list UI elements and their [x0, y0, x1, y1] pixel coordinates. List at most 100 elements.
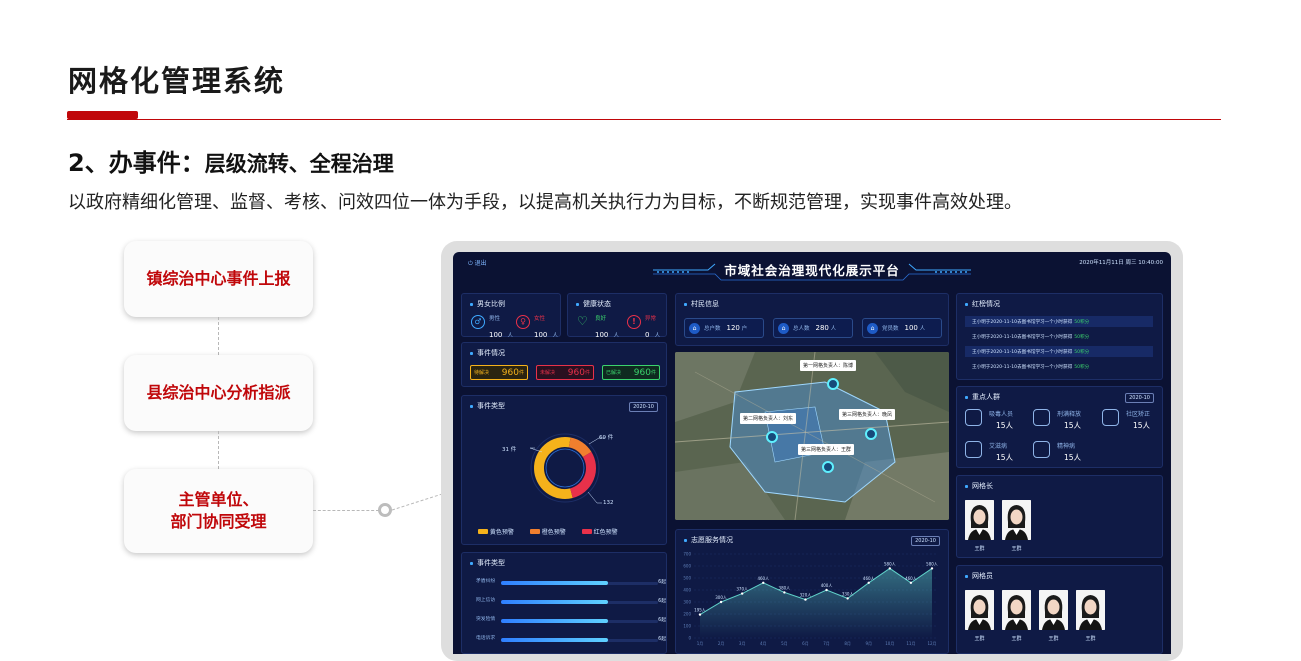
person-portrait-icon — [1076, 590, 1105, 630]
bar-label: 网上信访 — [476, 598, 496, 603]
grid-leader-panel: 网格长 王群 王群 — [956, 475, 1163, 558]
drug-stat: 吸毒人员 15人 — [989, 411, 1014, 430]
avatar — [1002, 500, 1031, 540]
red-list-row: 王小明于2020-11-10去图书馆学习一个小时获得 50积分 — [972, 364, 1090, 370]
event-type-bars-panel: 事件类型 矛盾纠纷 6起 网上信访 6起 突发险情 6起 电话诉求 6起 — [461, 552, 667, 654]
bar-fill — [501, 638, 608, 642]
data-point — [740, 592, 744, 595]
process-step-2: 县综治中心分析指派 — [124, 355, 313, 431]
health-bad-label: 异常 — [645, 316, 657, 322]
pending-counter: 待解决 960 件 — [470, 365, 528, 380]
dashboard-screen: ⏻ 退出 市域社会治理现代化展示平台 2020年11月11日 周三 10:40:… — [453, 252, 1171, 654]
bar-value: 6起 — [658, 580, 666, 585]
data-point — [804, 598, 807, 601]
event-type-title: 事件类型 — [470, 401, 505, 411]
map-pin-4[interactable] — [822, 461, 834, 473]
map-label-grid-3b: 第三网格负责人：王群 — [798, 444, 855, 455]
households-stat: ⌂ 总户数 120 户 — [684, 318, 764, 338]
person-portrait-icon — [1039, 590, 1068, 630]
bar-fill — [501, 619, 608, 623]
release-stat: 刑满释放 15人 — [1057, 411, 1082, 430]
data-label: 370人 — [736, 587, 748, 592]
dashboard-title: 市域社会治理现代化展示平台 — [724, 263, 900, 278]
section-heading: 2、办事件：层级流转、全程治理 — [68, 143, 394, 178]
grid-leader-title: 网格长 — [965, 481, 993, 491]
event-type-year[interactable]: 2020-10 — [629, 402, 658, 412]
x-tick-label: 10月 — [885, 641, 894, 646]
map-pin-2[interactable] — [766, 431, 778, 443]
community-icon — [1102, 409, 1119, 426]
red-list-row: 王小明于2020-11-10去图书馆学习一个小时获得 50积分 — [965, 316, 1153, 327]
bar-label: 突发险情 — [476, 617, 496, 622]
data-point — [930, 567, 934, 570]
series-area — [700, 568, 932, 638]
y-tick-label: 200 — [683, 612, 691, 617]
volunteer-year[interactable]: 2020-10 — [911, 536, 940, 546]
avatar — [965, 590, 994, 630]
bar-label: 电话诉求 — [476, 636, 496, 641]
release-icon — [1033, 409, 1050, 426]
gender-panel: 男女比例 ♂ 男性 100 人 ♀ 女性 100 人 — [461, 293, 561, 339]
bar-fill — [501, 581, 608, 585]
x-tick-label: 12月 — [927, 641, 936, 646]
y-tick-label: 0 — [688, 636, 691, 641]
process-connector-1 — [218, 317, 219, 355]
person-portrait-icon — [1002, 590, 1031, 630]
x-tick-label: 3月 — [739, 641, 746, 646]
volunteer-title: 志愿服务情况 — [684, 535, 733, 545]
process-step-3-line2: 部门协同受理 — [170, 512, 267, 531]
map-pin-3[interactable] — [865, 428, 877, 440]
key-people-year[interactable]: 2020-10 — [1125, 393, 1154, 403]
villager-panel: 村民信息 ⌂ 总户数 120 户 ⌂ 总人数 280 人 ⌂ 党员数 100 人 — [675, 293, 949, 346]
event-type-panel: 事件类型 2020-10 69 件 31 件 132 黄色预警 橙色预警 红色预… — [461, 395, 667, 545]
health-good-count: 100 人 — [595, 331, 619, 339]
bar-row-2: 突发险情 6起 — [476, 615, 666, 627]
dashboard-datetime: 2020年11月11日 周三 10:40:00 — [1079, 260, 1163, 266]
data-label: 580人 — [884, 561, 896, 566]
bar-value: 6起 — [658, 599, 666, 604]
data-label: 460人 — [863, 576, 875, 581]
legend-swatch-red — [581, 529, 592, 534]
avatar — [1039, 590, 1068, 630]
grid-map[interactable]: 第一网格负责人：陈博 第二网格负责人：刘东 第三网格负责人：晚凤 第三网格负责人… — [675, 352, 949, 520]
process-step-3-line1: 主管单位、 — [178, 490, 259, 509]
health-bad-count: 0 人 — [645, 331, 661, 339]
y-tick-label: 300 — [683, 600, 691, 605]
slide-title: 网格化管理系统 — [68, 64, 286, 98]
process-step-1-label: 镇综治中心事件上报 — [146, 269, 291, 288]
data-label: 300人 — [715, 595, 727, 600]
person-portrait-icon — [965, 590, 994, 630]
data-label: 460人 — [757, 576, 769, 581]
donut-label-top: 69 件 — [599, 435, 614, 441]
bar-fill — [501, 600, 608, 604]
data-label: 330人 — [842, 591, 854, 596]
x-tick-label: 5月 — [781, 641, 788, 646]
bar-row-0: 矛盾纠纷 6起 — [476, 577, 666, 589]
dashboard-header: ⏻ 退出 市域社会治理现代化展示平台 2020年11月11日 周三 10:40:… — [453, 252, 1171, 286]
data-point — [867, 581, 870, 584]
avatar-name: 王群 — [974, 546, 985, 552]
section-description: 以政府精细化管理、监督、考核、问效四位一体为手段，以提高机关执行力为目标，不断规… — [68, 192, 1022, 213]
bar-value: 6起 — [658, 637, 666, 642]
legend-swatch-orange — [529, 529, 540, 534]
y-tick-label: 100 — [683, 624, 691, 629]
male-label: 男性 — [489, 316, 501, 322]
heading-main: 层级流转、全程治理 — [204, 152, 394, 176]
data-label: 400人 — [821, 583, 833, 588]
map-pin-1[interactable] — [827, 378, 839, 390]
mental-icon — [1033, 441, 1050, 458]
community-stat: 社区矫正 15人 — [1126, 411, 1151, 430]
donut-label-left: 31 件 — [502, 447, 517, 453]
female-label: 女性 — [534, 316, 546, 322]
data-point — [762, 581, 765, 584]
health-panel: 健康状态 ♡ 良好 100 人 ! 异常 0 人 — [567, 293, 667, 339]
donut-label-bottom: 132 — [603, 500, 614, 506]
red-list-panel: 红榜情况 王小明于2020-11-10去图书馆学习一个小时获得 50积分 王小明于2… — [956, 293, 1163, 380]
process-step-3: 主管单位、 部门协同受理 — [124, 469, 313, 553]
x-tick-label: 4月 — [760, 641, 767, 646]
female-icon: ♀ — [516, 315, 530, 329]
unsolved-counter: 未解决 960 件 — [536, 365, 594, 380]
x-tick-label: 1月 — [697, 641, 704, 646]
aids-stat: 艾滋病 15人 — [989, 443, 1014, 462]
party-icon: ⌂ — [867, 322, 878, 334]
